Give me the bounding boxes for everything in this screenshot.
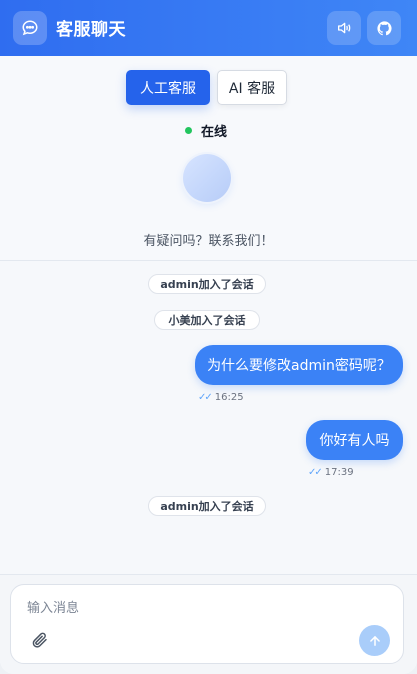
online-dot-icon	[185, 127, 192, 134]
app-title: 客服聊天	[56, 20, 126, 40]
send-button[interactable]	[359, 625, 390, 656]
paperclip-icon	[32, 632, 47, 648]
speaker-icon	[338, 22, 351, 34]
message-meta: ✓✓ 17:39	[308, 467, 354, 478]
read-receipt-icon: ✓✓	[308, 467, 323, 478]
arrow-up-icon	[369, 635, 380, 646]
system-message: admin加入了会话	[148, 274, 266, 294]
composer	[10, 584, 404, 664]
message-time: 17:39	[324, 467, 354, 478]
github-icon	[376, 20, 392, 35]
composer-area	[0, 574, 417, 674]
github-button[interactable]	[367, 11, 401, 45]
outgoing-message-bubble: 为什么要修改admin密码呢？	[195, 345, 403, 385]
chat-window: 客服聊天 人工客服 AI 客服 在线 有疑问吗？联系我们！ admin加入了会话…	[0, 0, 417, 674]
message-input[interactable]	[25, 597, 329, 619]
message-time: 16:25	[214, 392, 244, 403]
header-bar: 客服聊天	[0, 0, 417, 56]
status-label: 在线	[201, 125, 228, 140]
tab-ai-service[interactable]: AI 客服	[217, 70, 287, 105]
agent-panel: 人工客服 AI 客服 在线 有疑问吗？联系我们！	[0, 56, 417, 261]
read-receipt-icon: ✓✓	[198, 392, 213, 403]
attach-button[interactable]	[31, 631, 49, 649]
message-meta: ✓✓ 16:25	[198, 392, 244, 403]
chat-bubble-icon	[13, 11, 47, 45]
status-indicator: 在线	[185, 121, 227, 140]
system-message: admin加入了会话	[148, 496, 266, 516]
system-message: 小美加入了会话	[154, 310, 260, 330]
agent-avatar	[183, 154, 231, 202]
tab-human-service[interactable]: 人工客服	[126, 70, 210, 105]
outgoing-message-bubble: 你好有人吗	[306, 420, 403, 460]
welcome-text: 有疑问吗？联系我们！	[143, 234, 274, 249]
sound-toggle-button[interactable]	[327, 11, 361, 45]
